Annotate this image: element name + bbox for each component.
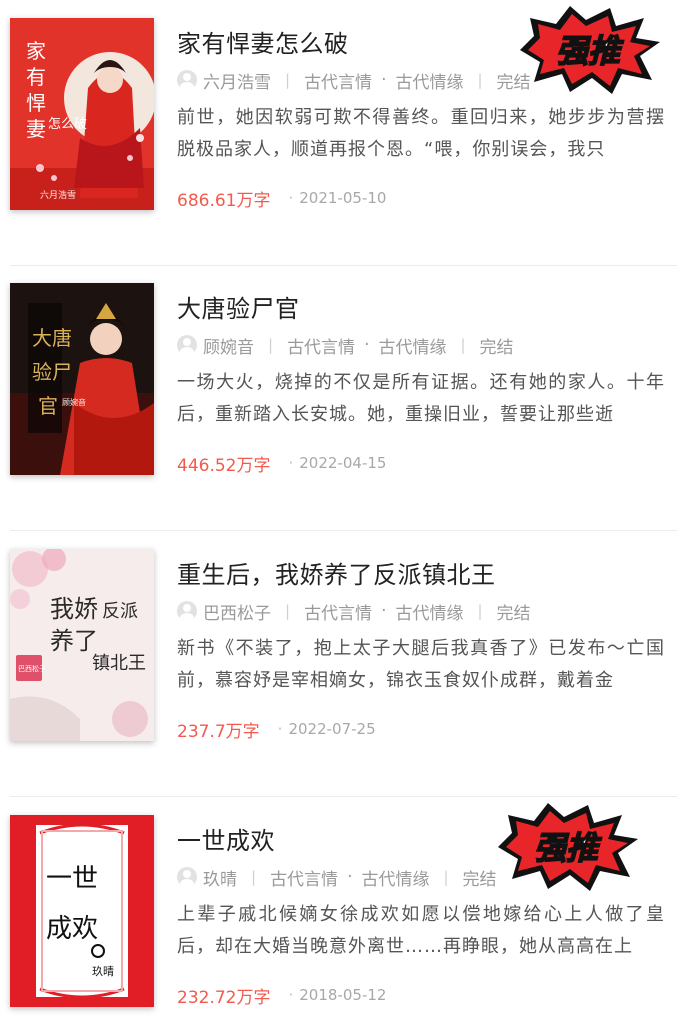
- divider: |: [251, 868, 257, 886]
- author-avatar-icon: [177, 867, 197, 887]
- status: 完结: [496, 603, 531, 624]
- book-title[interactable]: 一世成欢: [177, 821, 275, 856]
- author-name[interactable]: 顾婉音: [203, 333, 254, 358]
- cover-art-1: 家 有 悍 妻 怎么破 六月浩雪: [10, 18, 154, 210]
- cover-text: 悍: [26, 91, 46, 115]
- divider: |: [285, 71, 291, 89]
- dot-separator: ·: [364, 335, 370, 355]
- dot-separator: ·: [347, 867, 353, 887]
- update-date: 2021-05-10: [288, 189, 386, 207]
- cover-author: 巴西松子: [18, 664, 46, 673]
- divider: |: [443, 868, 449, 886]
- author-name[interactable]: 玖晴: [203, 865, 237, 890]
- category[interactable]: 古代言情: [270, 865, 338, 890]
- word-count: 446.52万字: [177, 455, 271, 476]
- cover-text: 反派: [102, 601, 138, 622]
- book-meta: 巴西松子 | 古代言情 · 古代情缘 | 完结: [177, 599, 531, 624]
- book-stats: 446.52万字 2022-04-15: [177, 451, 386, 476]
- word-count: 686.61万字: [177, 190, 271, 211]
- badge-label: 强推: [534, 829, 602, 867]
- book-title[interactable]: 重生后，我娇养了反派镇北王: [177, 555, 496, 590]
- author-name[interactable]: 巴西松子: [203, 599, 271, 624]
- book-cover[interactable]: 大唐 验尸 官 顾婉音: [10, 283, 154, 475]
- subcategory[interactable]: 古代情缘: [395, 68, 463, 93]
- divider: |: [285, 602, 291, 620]
- author-avatar-icon: [177, 601, 197, 621]
- category[interactable]: 古代言情: [287, 333, 355, 358]
- word-count: 237.7万字: [177, 721, 260, 742]
- author-avatar-icon: [177, 70, 197, 90]
- cover-art-2: 大唐 验尸 官 顾婉音: [10, 283, 154, 475]
- book-description: 上辈子戚北候嫡女徐成欢如愿以偿地嫁给心上人做了皇后，却在大婚当晚意外离世……再睁…: [177, 904, 665, 957]
- book-cover[interactable]: 我娇 养了 反派 镇北王 巴西松子: [10, 549, 154, 741]
- cover-author: 玖晴: [92, 965, 114, 978]
- book-title[interactable]: 家有悍妻怎么破: [177, 24, 349, 59]
- cover-text: 妻: [26, 117, 46, 141]
- book-item[interactable]: 一世 成欢 玖晴 一世成欢 玖晴 | 古代言情 · 古代情缘 | 完结 上辈子戚…: [0, 797, 677, 1024]
- divider: |: [268, 336, 274, 354]
- update-date: 2018-05-12: [288, 986, 386, 1004]
- book-stats: 686.61万字 2021-05-10: [177, 186, 386, 211]
- cover-text: 大唐: [32, 326, 72, 350]
- cover-text: 养了: [50, 627, 98, 655]
- cover-art-4: 一世 成欢 玖晴: [10, 815, 154, 1007]
- cover-text: 有: [26, 65, 46, 89]
- cover-text: 官: [38, 394, 58, 418]
- category[interactable]: 古代言情: [304, 68, 372, 93]
- category[interactable]: 古代言情: [304, 599, 372, 624]
- update-date: 2022-07-25: [278, 720, 375, 738]
- cover-text: 成欢: [46, 914, 98, 944]
- book-description: 一场大火，烧掉的不仅是所有证据。还有她的家人。十年后，重新踏入长安城。她，重操旧…: [177, 372, 665, 425]
- cover-text: 家: [26, 39, 46, 63]
- book-cover[interactable]: 一世 成欢 玖晴: [10, 815, 154, 1007]
- book-item[interactable]: 大唐 验尸 官 顾婉音 大唐验尸官 顾婉音 | 古代言情 · 古代情缘 | 完结…: [0, 265, 677, 531]
- book-meta: 玖晴 | 古代言情 · 古代情缘 | 完结: [177, 865, 497, 890]
- book-description: 前世，她因软弱可欺不得善终。重回归来，她步步为营摆脱极品家人，顺道再报个恩。“喂…: [177, 107, 665, 160]
- author-name[interactable]: 六月浩雪: [203, 68, 271, 93]
- cover-author: 六月浩雪: [40, 189, 76, 201]
- divider: |: [477, 602, 483, 620]
- author-avatar-icon: [177, 335, 197, 355]
- book-title[interactable]: 大唐验尸官: [177, 289, 300, 324]
- recommend-badge: 强推: [490, 799, 640, 894]
- dot-separator: ·: [381, 70, 387, 90]
- cover-text: 验尸: [32, 360, 72, 384]
- cover-text: 怎么破: [48, 117, 87, 132]
- subcategory[interactable]: 古代情缘: [378, 333, 446, 358]
- cover-text: 一世: [46, 864, 98, 894]
- book-description: 新书《不装了，抱上太子大腿后我真香了》已发布～亡国前，慕容妤是宰相嫡女，锦衣玉食…: [177, 638, 665, 691]
- book-item[interactable]: 家 有 悍 妻 怎么破 六月浩雪 家有悍妻怎么破 六月浩雪 | 古代言情 · 古…: [0, 0, 677, 266]
- badge-label: 强推: [556, 32, 624, 70]
- divider: |: [460, 336, 466, 354]
- divider: |: [477, 71, 483, 89]
- book-stats: 237.7万字 2022-07-25: [177, 717, 376, 742]
- recommend-badge: 强推: [512, 2, 662, 97]
- cover-author: 顾婉音: [62, 397, 86, 407]
- dot-separator: ·: [381, 601, 387, 621]
- cover-text: 镇北王: [92, 653, 146, 674]
- subcategory[interactable]: 古代情缘: [395, 599, 463, 624]
- status: 完结: [479, 337, 514, 358]
- book-item[interactable]: 我娇 养了 反派 镇北王 巴西松子 重生后，我娇养了反派镇北王 巴西松子 | 古…: [0, 531, 677, 797]
- book-meta: 六月浩雪 | 古代言情 · 古代情缘 | 完结: [177, 68, 531, 93]
- update-date: 2022-04-15: [288, 454, 386, 472]
- book-stats: 232.72万字 2018-05-12: [177, 983, 386, 1008]
- book-meta: 顾婉音 | 古代言情 · 古代情缘 | 完结: [177, 333, 514, 358]
- word-count: 232.72万字: [177, 987, 271, 1008]
- subcategory[interactable]: 古代情缘: [361, 865, 429, 890]
- cover-art-3: 我娇 养了 反派 镇北王 巴西松子: [10, 549, 154, 741]
- book-cover[interactable]: 家 有 悍 妻 怎么破 六月浩雪: [10, 18, 154, 210]
- cover-text: 我娇: [50, 595, 98, 623]
